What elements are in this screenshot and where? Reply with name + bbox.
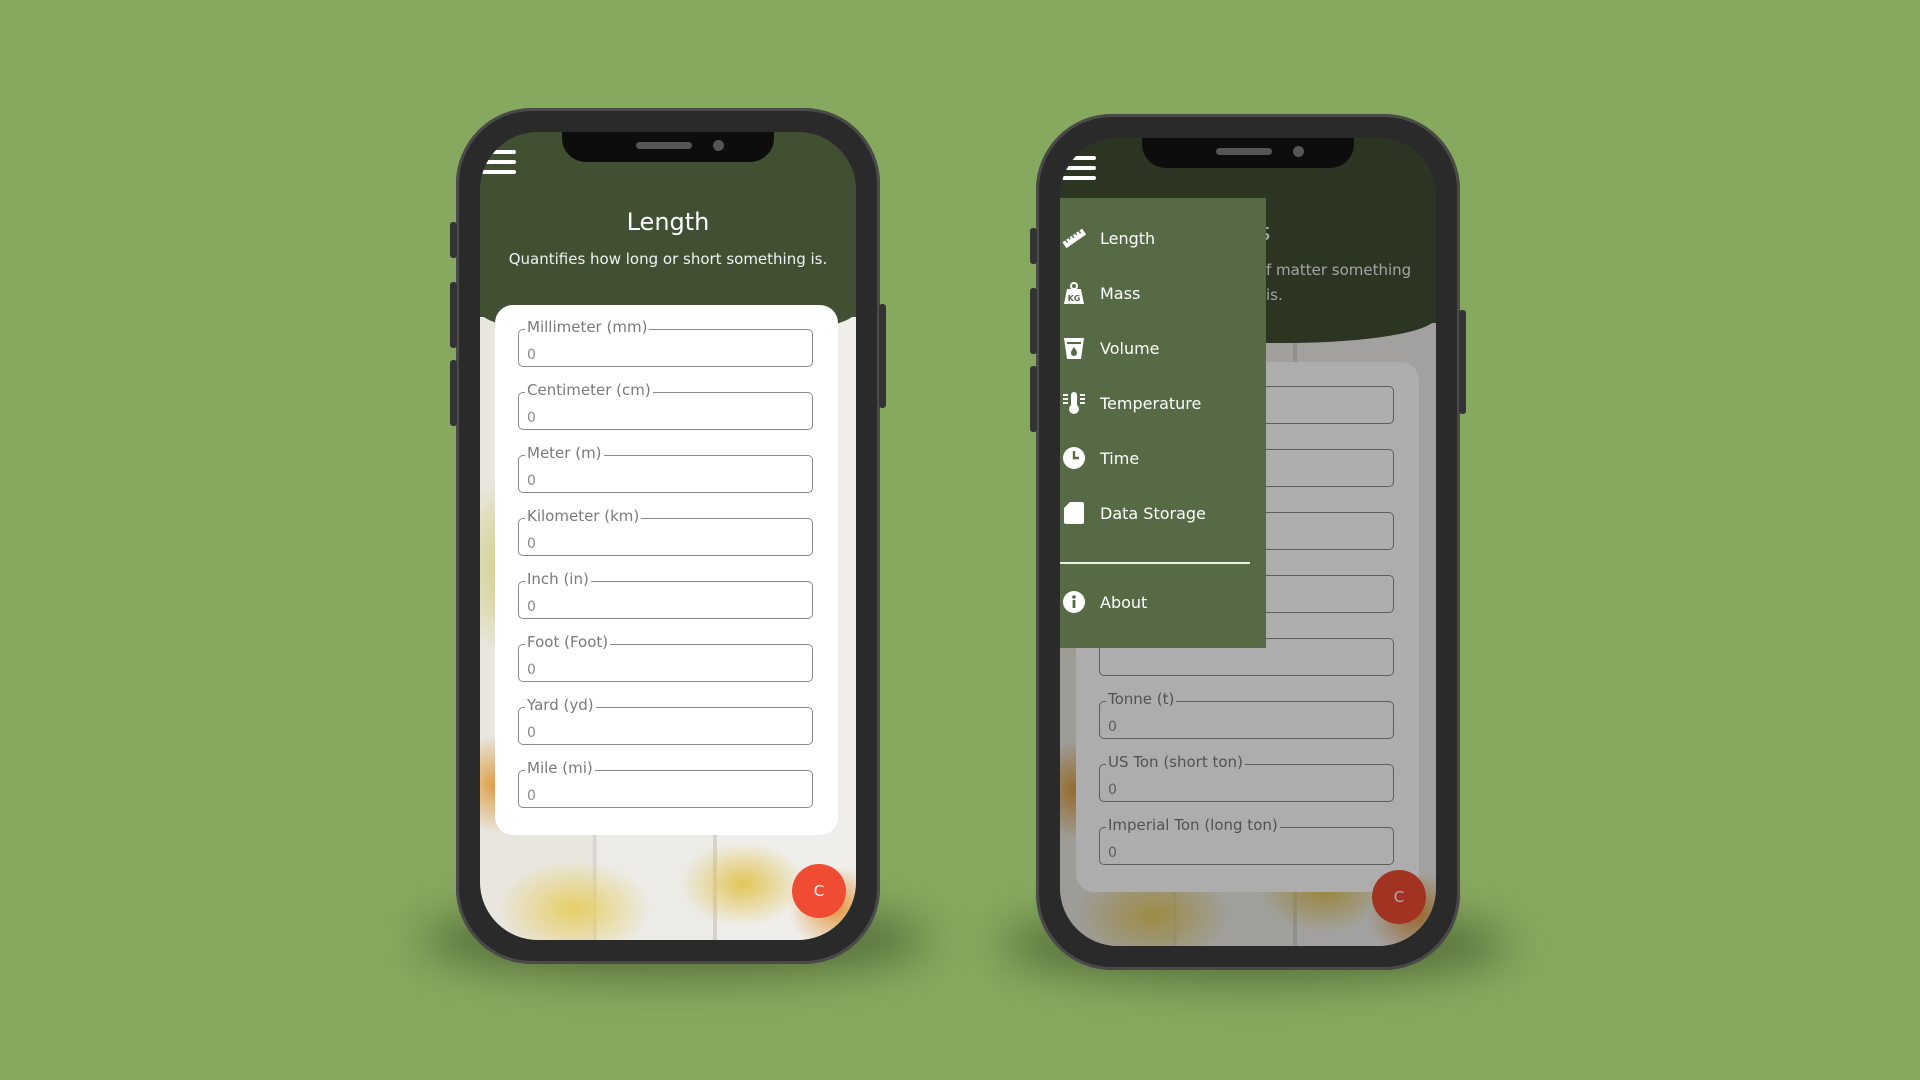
notch [1142,138,1354,168]
unit-field-millimeter[interactable]: Millimeter (mm) [518,318,813,367]
beaker-icon [1064,338,1084,359]
clear-button[interactable]: C [792,864,846,918]
svg-text:KG: KG [1068,294,1081,303]
unit-input[interactable] [527,725,797,741]
drawer-item-label: Data Storage [1100,504,1206,523]
drawer-item-label: Temperature [1100,394,1202,413]
drawer-item-mass[interactable]: KG Mass [1060,271,1266,315]
drawer-item-length[interactable]: Length [1060,216,1266,260]
drawer-item-volume[interactable]: Volume [1060,326,1266,370]
unit-field-foot[interactable]: Foot (Foot) [518,633,813,682]
phone-right: s f matter something is. Tonne (t) US To… [1030,114,1466,970]
field-label: Mile (mi) [525,759,595,777]
drawer-item-about[interactable]: About [1060,580,1266,624]
screen-right: s f matter something is. Tonne (t) US To… [1060,138,1436,946]
drawer-item-label: Length [1100,229,1156,248]
phone-left: Length Quantifies how long or short some… [450,108,886,964]
hamburger-menu-icon[interactable] [1060,150,1096,184]
unit-field-kilometer[interactable]: Kilometer (km) [518,507,813,556]
screen-left: Length Quantifies how long or short some… [480,132,856,940]
field-label: Centimeter (cm) [525,381,653,399]
drawer-item-label: Time [1100,449,1140,468]
unit-input[interactable] [527,536,797,552]
unit-field-inch[interactable]: Inch (in) [518,570,813,619]
notch [562,132,774,162]
hamburger-menu-icon[interactable] [480,144,516,178]
drawer-item-label: About [1100,593,1148,612]
page-subtitle: Quantifies how long or short something i… [508,250,828,268]
unit-field-meter[interactable]: Meter (m) [518,444,813,493]
clock-icon [1063,447,1085,469]
unit-input[interactable] [527,662,797,678]
info-icon [1063,591,1085,613]
navigation-drawer: Length KG Mass Volume Temperature Time D… [1060,198,1266,648]
thermometer-icon [1063,392,1085,414]
field-label: Kilometer (km) [525,507,642,525]
weight-kg-icon: KG [1064,282,1084,304]
drawer-divider [1060,562,1250,564]
field-label: Inch (in) [525,570,591,588]
drawer-item-time[interactable]: Time [1060,436,1266,480]
drawer-item-label: Volume [1100,339,1160,358]
unit-field-mile[interactable]: Mile (mi) [518,759,813,808]
field-label: Foot (Foot) [525,633,611,651]
converter-card: Millimeter (mm) Centimeter (cm) Meter (m… [495,305,838,835]
unit-input[interactable] [527,788,797,804]
field-label: Yard (yd) [525,696,596,714]
drawer-item-temperature[interactable]: Temperature [1060,381,1266,425]
page-title: Length [626,208,710,236]
drawer-item-data-storage[interactable]: Data Storage [1060,491,1266,535]
unit-field-centimeter[interactable]: Centimeter (cm) [518,381,813,430]
unit-input[interactable] [527,599,797,615]
sd-card-icon [1064,502,1084,524]
unit-input[interactable] [527,410,797,426]
unit-input[interactable] [527,347,797,363]
ruler-icon [1062,228,1086,249]
unit-field-yard[interactable]: Yard (yd) [518,696,813,745]
field-label: Millimeter (mm) [525,318,650,336]
drawer-item-label: Mass [1100,284,1141,303]
unit-input[interactable] [527,473,797,489]
field-label: Meter (m) [525,444,604,462]
